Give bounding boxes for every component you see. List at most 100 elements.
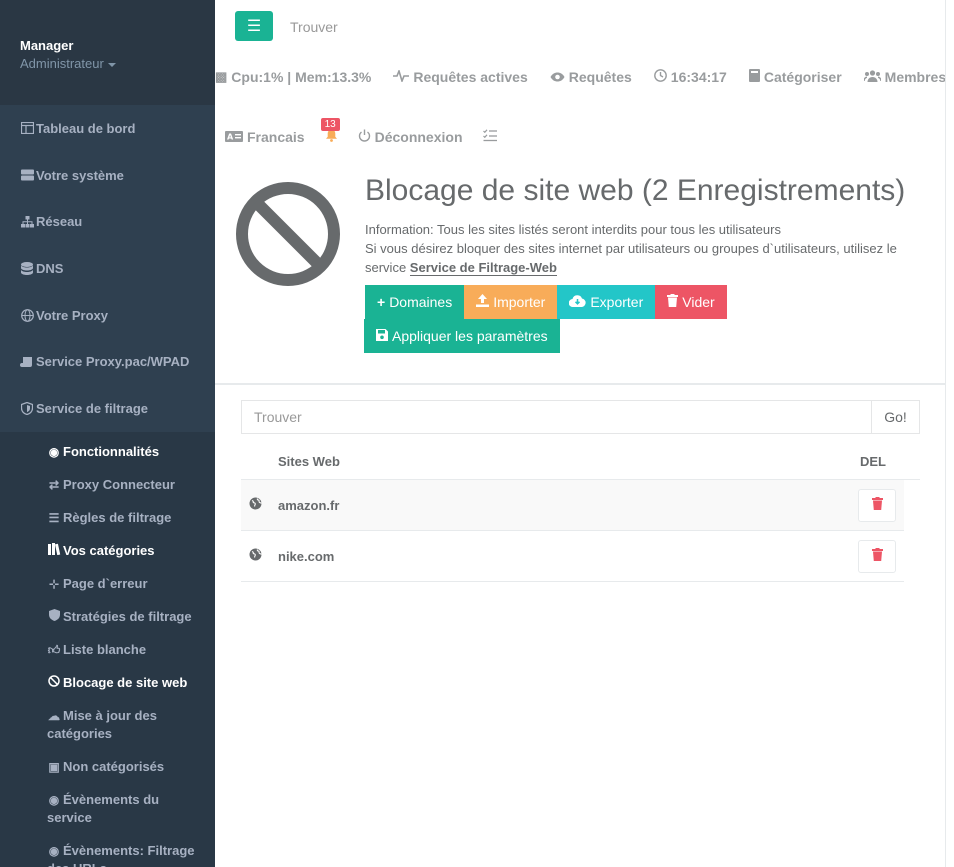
sidebar-item-proxy[interactable]: Votre Proxy (0, 292, 215, 339)
sidebar-subitem-url-filter-events[interactable]: ◉Évènements: Filtrage des URLs (0, 835, 215, 867)
filtering-service-link[interactable]: Service de Filtrage-Web (409, 260, 557, 276)
clock-status[interactable]: 16:34:17 (653, 69, 727, 85)
sidebar-subitem-categories[interactable]: Vos catégories (0, 535, 215, 568)
delete-button[interactable] (858, 488, 896, 522)
logout-label: Déconnexion (374, 129, 463, 145)
export-button[interactable]: Exporter (557, 285, 656, 319)
tasks-button[interactable] (482, 129, 501, 145)
import-button[interactable]: Importer (464, 285, 558, 319)
sidebar-subitem-features[interactable]: ◉ Fonctionnalités (0, 436, 215, 469)
sitemap-icon (20, 215, 34, 228)
database-icon (20, 261, 34, 275)
books-icon (47, 542, 61, 560)
language-selector[interactable]: A Francais (225, 129, 305, 145)
upload-icon (476, 294, 490, 310)
dot-circle-icon: ◉ (48, 444, 60, 459)
clock-label: 16:34:17 (670, 69, 727, 85)
trash-icon (667, 294, 679, 310)
tasks-icon (482, 129, 497, 145)
sidebar-subitem-label: Stratégies de filtrage (63, 608, 192, 624)
status-bar-secondary: A Francais 13 Déconnexion (225, 118, 521, 145)
requests-link[interactable]: Requêtes (550, 69, 632, 85)
plus-icon: + (377, 294, 386, 310)
eye-icon: ◉ (48, 843, 60, 858)
sidebar-subitem-label: Fonctionnalités (63, 443, 160, 459)
sidebar-subitem-label: Évènements: Filtrage des URLs (47, 842, 195, 867)
add-domains-button[interactable]: + Domaines (365, 285, 465, 319)
info-line-2: Si vous désirez bloquer des sites intern… (365, 239, 905, 277)
sidebar-subitem-error-page[interactable]: ⊹ Page d`erreur (0, 568, 215, 601)
sidebar-item-filtering[interactable]: Service de filtrage (0, 385, 215, 432)
sidebar-subitem-label: Non catégorisés (63, 758, 165, 774)
sidebar-subitem-label: Proxy Connecteur (63, 476, 175, 492)
sidebar-subitem-service-events[interactable]: ◉ Évènements du service (0, 784, 215, 835)
notification-count-badge: 13 (320, 118, 340, 131)
file-search-icon: ▣ (48, 759, 60, 774)
sidebar-subitem-website-blocking[interactable]: Blocage de site web (0, 667, 215, 700)
categorize-label: Catégoriser (763, 69, 842, 85)
sidebar-subitem-uncategorized[interactable]: ▣ Non catégorisés (0, 751, 215, 784)
shield-icon (47, 608, 61, 626)
column-header-site: Sites Web (278, 454, 340, 469)
sidebar-subitem-category-updates[interactable]: ☁ Mise à jour des catégories (0, 700, 215, 751)
sidebar-subitem-whitelist[interactable]: 👍︎ Liste blanche (0, 634, 215, 667)
book-icon (748, 69, 760, 85)
sidebar-item-system[interactable]: Votre système (0, 152, 215, 199)
table-row: nike.com (241, 531, 904, 582)
filtering-submenu: ◉ Fonctionnalités ⇄ Proxy Connecteur ☰ Règl… (0, 431, 215, 867)
top-search-input[interactable]: Trouver (290, 19, 338, 35)
profile-role-dropdown[interactable]: Administrateur (20, 56, 215, 71)
table-header: Sites Web DEL (241, 444, 920, 480)
shield-icon (20, 401, 34, 415)
search-input[interactable] (241, 400, 872, 434)
sidebar-item-label: Réseau (36, 214, 83, 230)
delete-button[interactable] (858, 539, 896, 573)
heartbeat-icon (393, 68, 410, 85)
websites-table: Sites Web DEL amazon.fr nike.com (241, 444, 920, 582)
trash-icon (871, 497, 883, 513)
apply-settings-button[interactable]: Appliquer les paramètres (364, 319, 560, 353)
cpu-mem-label: Cpu:1% | Mem:13.3% (231, 69, 372, 85)
members-link[interactable]: Membres (862, 69, 946, 85)
active-requests-link[interactable]: Requêtes actives (393, 68, 528, 85)
notifications-button[interactable]: 13 (320, 118, 340, 145)
section-divider (215, 383, 946, 385)
sidebar-subitem-label: Page d`erreur (63, 575, 148, 591)
menu-toggle-button[interactable]: ☰ (235, 11, 273, 41)
sidebar-subitem-filter-strategies[interactable]: Stratégies de filtrage (0, 601, 215, 634)
logout-button[interactable]: Déconnexion (358, 129, 463, 145)
info-text: Information: Tous les sites listés seron… (365, 220, 905, 277)
empty-button[interactable]: Vider (655, 285, 727, 319)
language-icon: A (225, 130, 243, 145)
globe-icon (249, 548, 263, 564)
categorize-link[interactable]: Catégoriser (748, 69, 842, 85)
page-title: Blocage de site web (2 Enregistrements) (365, 174, 906, 207)
sidebar-item-dashboard[interactable]: Tableau de bord (0, 105, 215, 152)
sidebar-subitem-proxy-connector[interactable]: ⇄ Proxy Connecteur (0, 469, 215, 502)
import-label: Importer (493, 294, 546, 310)
globe-icon (20, 308, 34, 322)
list-icon: ☰ (48, 510, 60, 525)
ban-icon (236, 182, 340, 286)
sidebar-subitem-label: Mise à jour des catégories (47, 707, 157, 741)
cloud-download-icon (569, 294, 586, 310)
sidebar-item-network[interactable]: Réseau (0, 198, 215, 245)
add-domains-label: Domaines (389, 294, 453, 310)
scroll-icon (20, 356, 34, 368)
sidebar-subitem-filter-rules[interactable]: ☰ Règles de filtrage (0, 502, 215, 535)
cpu-mem-status[interactable]: ▩ Cpu:1% | Mem:13.3% (215, 69, 371, 85)
site-name: amazon.fr (278, 497, 340, 513)
sidebar-item-proxy-pac[interactable]: Service Proxy.pac/WPAD (0, 338, 215, 385)
sidebar-subitem-label: Évènements du service (47, 791, 160, 825)
sidebar-item-label: Votre Proxy (36, 307, 109, 323)
caret-down-icon (107, 62, 116, 67)
sidebar: Manager Administrateur Tableau de bord V… (0, 0, 215, 867)
sidebar-item-dns[interactable]: DNS (0, 245, 215, 292)
profile-name: Manager (20, 38, 74, 53)
save-icon (376, 328, 388, 344)
go-button[interactable]: Go! (871, 400, 920, 434)
sidebar-item-label: Service de filtrage (36, 400, 148, 416)
sidebar-item-label: Tableau de bord (36, 120, 136, 136)
info-line-1: Information: Tous les sites listés seron… (365, 222, 781, 237)
sidebar-item-label: DNS (36, 260, 64, 276)
